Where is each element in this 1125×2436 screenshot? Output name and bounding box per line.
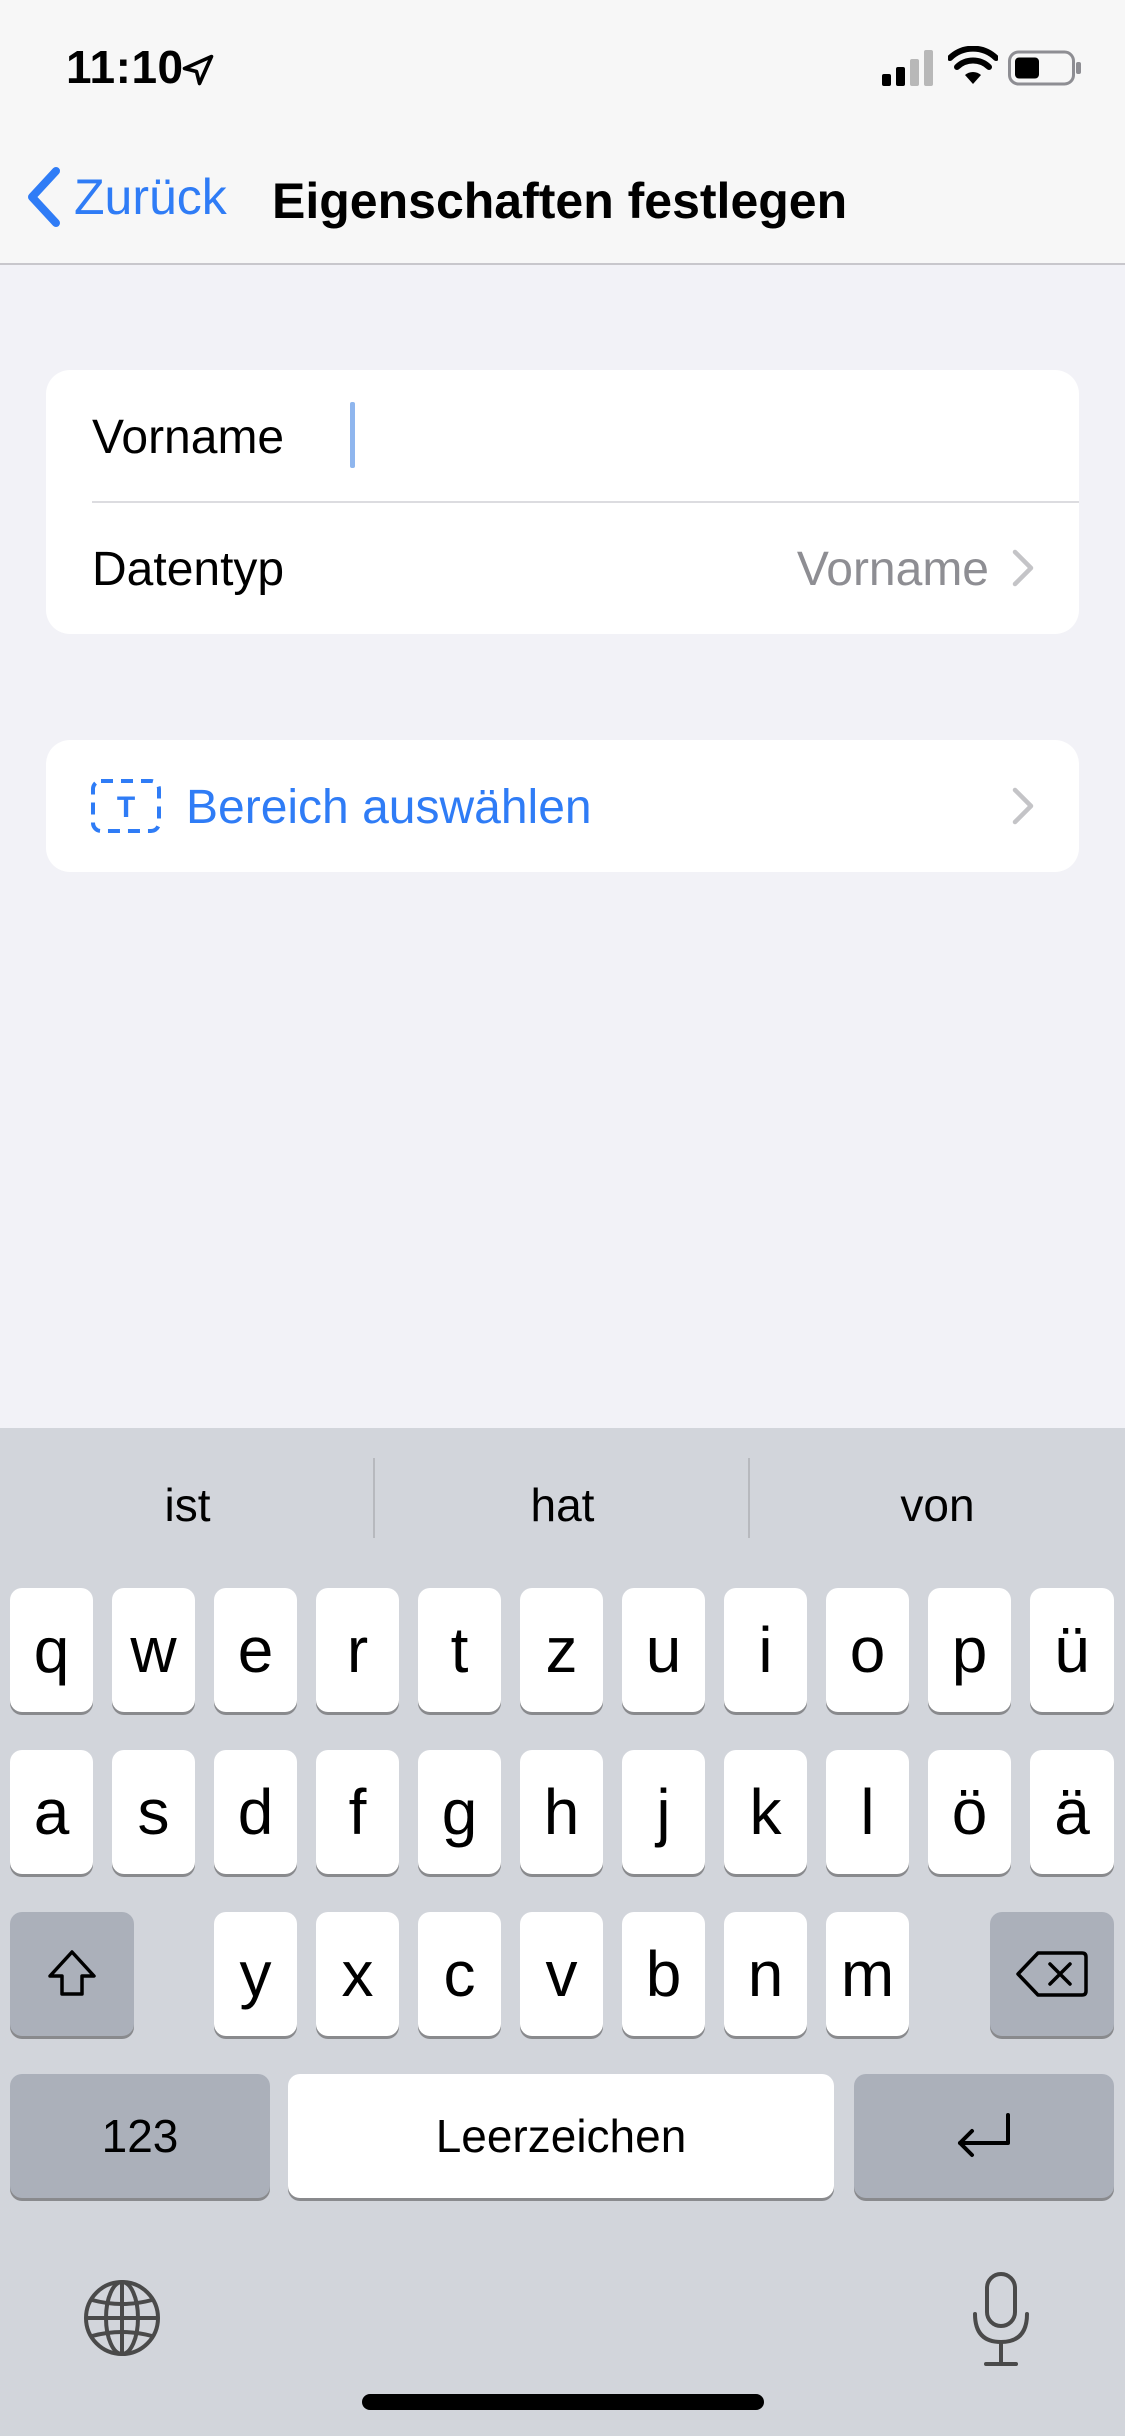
name-field[interactable]: Vorname [92, 410, 284, 465]
key-t[interactable]: t [418, 1588, 501, 1712]
key-g[interactable]: g [418, 1750, 501, 1874]
key-q[interactable]: q [10, 1588, 93, 1712]
key-o[interactable]: o [826, 1588, 909, 1712]
status-time: 11:10 [66, 41, 184, 93]
navigation-bar: Zurück Eigenschaften festlegen [0, 132, 1125, 265]
key-a[interactable]: a [10, 1750, 93, 1874]
globe-icon[interactable] [82, 2278, 162, 2358]
select-area-button[interactable]: T Bereich auswählen [46, 740, 1079, 872]
suggestion-3[interactable]: von [750, 1478, 1125, 1532]
key-k[interactable]: k [724, 1750, 807, 1874]
name-row[interactable]: Vorname [46, 370, 1079, 503]
key-i[interactable]: i [724, 1588, 807, 1712]
key-h[interactable]: h [520, 1750, 603, 1874]
back-button[interactable]: Zurück [24, 162, 227, 232]
key-u[interactable]: u [622, 1588, 705, 1712]
key-e[interactable]: e [214, 1588, 297, 1712]
text-frame-icon-letter: T [117, 791, 135, 824]
location-arrow-icon [182, 54, 214, 86]
numbers-key-label: 123 [101, 2110, 179, 2162]
key-b[interactable]: b [622, 1912, 705, 2036]
page-title: Eigenschaften festlegen [272, 173, 848, 229]
numbers-key[interactable]: 123 [10, 2074, 270, 2198]
space-key[interactable]: Leerzeichen [288, 2074, 834, 2198]
data-type-label: Datentyp [92, 543, 285, 596]
key-l[interactable]: l [826, 1750, 909, 1874]
key-n[interactable]: n [724, 1912, 807, 2036]
suggestion-bar: ist hat von [0, 1428, 1125, 1578]
key-d[interactable]: d [214, 1750, 297, 1874]
key-r[interactable]: r [316, 1588, 399, 1712]
chevron-right-icon [1012, 787, 1034, 825]
key-x[interactable]: x [316, 1912, 399, 2036]
properties-card: Vorname Datentyp Vorname [46, 370, 1079, 634]
key-z[interactable]: z [520, 1588, 603, 1712]
microphone-icon[interactable] [968, 2270, 1034, 2370]
cellular-signal-icon [882, 50, 933, 86]
battery-icon [1008, 50, 1081, 86]
key-c[interactable]: c [418, 1912, 501, 2036]
shift-key[interactable] [10, 1912, 134, 2036]
key-j[interactable]: j [622, 1750, 705, 1874]
key-v[interactable]: v [520, 1912, 603, 2036]
backspace-key[interactable] [990, 1912, 1114, 2036]
key-ae[interactable]: ä [1030, 1750, 1114, 1874]
shift-icon [48, 1950, 96, 1996]
key-p[interactable]: p [928, 1588, 1011, 1712]
text-cursor [350, 402, 355, 468]
suggestion-2[interactable]: hat [375, 1478, 750, 1532]
data-type-value: Vorname [796, 543, 989, 596]
keyboard: ist hat von q w e r t z u i o p ü a s d … [0, 1428, 1125, 2436]
backspace-icon [1016, 1951, 1088, 1997]
wifi-icon [948, 46, 998, 84]
chevron-right-icon [1012, 549, 1034, 587]
return-icon [958, 2113, 1010, 2157]
back-label: Zurück [74, 169, 227, 225]
key-w[interactable]: w [112, 1588, 195, 1712]
chevron-left-icon [28, 167, 60, 227]
key-m[interactable]: m [826, 1912, 909, 2036]
data-type-row[interactable]: Datentyp Vorname [46, 502, 1079, 634]
return-key[interactable] [854, 2074, 1114, 2198]
text-frame-icon: T [91, 779, 161, 833]
status-bar: 11:10 [0, 0, 1125, 132]
key-s[interactable]: s [112, 1750, 195, 1874]
key-y[interactable]: y [214, 1912, 297, 2036]
key-oe[interactable]: ö [928, 1750, 1011, 1874]
suggestion-1[interactable]: ist [0, 1478, 375, 1532]
key-ue[interactable]: ü [1030, 1588, 1114, 1712]
key-f[interactable]: f [316, 1750, 399, 1874]
home-indicator[interactable] [362, 2394, 764, 2410]
select-area-label: Bereich auswählen [186, 781, 592, 834]
space-key-label: Leerzeichen [435, 2110, 687, 2162]
